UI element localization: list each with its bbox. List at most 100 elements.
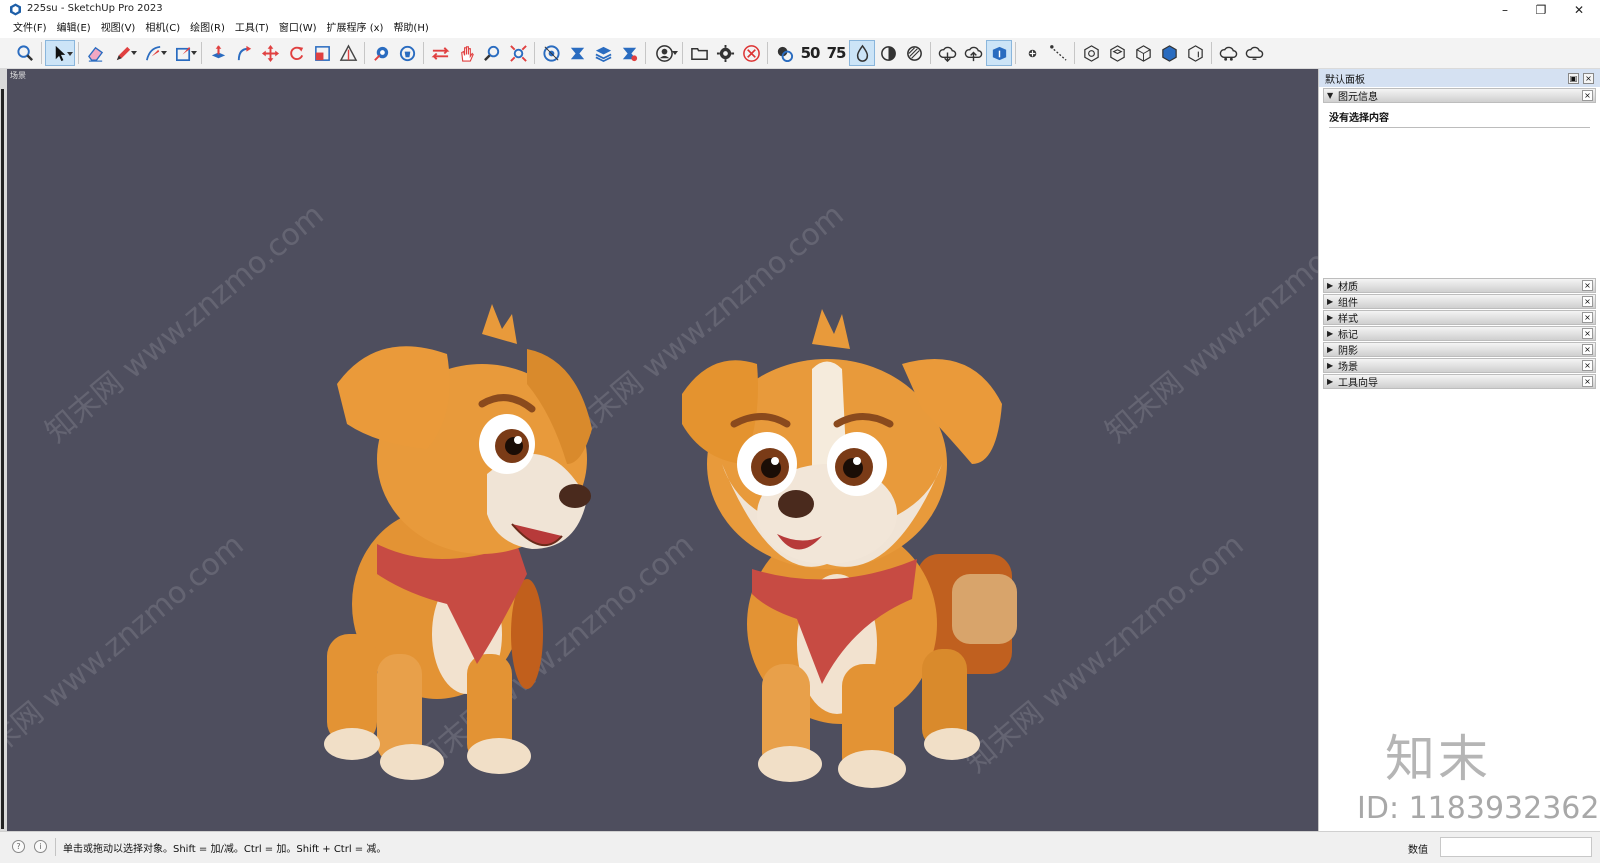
guide-line-button[interactable] (1045, 40, 1071, 66)
rotate-tool-button[interactable] (283, 40, 309, 66)
point-button[interactable] (1019, 40, 1045, 66)
pan-tool-button[interactable] (453, 40, 479, 66)
minimize-button[interactable]: – (1487, 0, 1523, 19)
menu-edit[interactable]: 编辑(E) (55, 19, 99, 38)
view-front-button[interactable] (1130, 40, 1156, 66)
tape-measure-tool-button[interactable] (368, 40, 394, 66)
panel-close-icon[interactable]: × (1582, 296, 1593, 307)
line-tool-button[interactable] (108, 40, 138, 66)
opacity-50-button[interactable]: 50 (797, 40, 823, 66)
view-back-button[interactable] (1182, 40, 1208, 66)
settings-button[interactable] (712, 40, 738, 66)
panel-close-icon[interactable]: × (1582, 280, 1593, 291)
menu-extensions[interactable]: 扩展程序 (x) (325, 19, 392, 38)
half-circle-icon (880, 45, 896, 61)
viewport-watermark: 知末网 www.znzmo.com (7, 527, 251, 780)
zoom-tool-button[interactable] (12, 40, 38, 66)
scale-tool-button[interactable] (309, 40, 335, 66)
hatch-circle-icon (906, 45, 922, 61)
menu-view[interactable]: 视图(V) (99, 19, 144, 38)
panel-close-icon[interactable]: × (1582, 328, 1593, 339)
panel-scenes-header[interactable]: ▶ 场景 × (1323, 358, 1596, 373)
cloud-refresh-button[interactable] (1241, 40, 1267, 66)
panel-entity-info-header[interactable]: ▼ 图元信息 × (1323, 88, 1596, 103)
menu-draw[interactable]: 绘图(R) (188, 19, 233, 38)
eraser-tool-button[interactable] (82, 40, 108, 66)
dog-model-left[interactable] (317, 274, 607, 794)
cloud-download-button[interactable] (934, 40, 960, 66)
menu-file[interactable]: 文件(F) (11, 19, 55, 38)
pin-icon[interactable]: ▣ (1568, 72, 1579, 84)
offset-icon (339, 43, 357, 61)
zoom-magnifier-tool-button[interactable] (479, 40, 505, 66)
measurements-input[interactable] (1440, 837, 1592, 857)
account-button[interactable] (649, 40, 679, 66)
panel-materials-header[interactable]: ▶ 材质 × (1323, 278, 1596, 293)
close-button[interactable]: ✕ (1561, 0, 1597, 19)
offset-tool-button[interactable] (335, 40, 361, 66)
panel-styles-header[interactable]: ▶ 样式 × (1323, 310, 1596, 325)
geolocation-icon[interactable]: ? (12, 840, 25, 853)
hatch-button[interactable] (901, 40, 927, 66)
layers-tool-button[interactable] (590, 40, 616, 66)
settings-gear-icon (716, 44, 734, 62)
section-fill-tool-button[interactable] (616, 40, 642, 66)
zoom-extents-tool-button[interactable] (505, 40, 531, 66)
menu-camera[interactable]: 相机(C) (143, 19, 188, 38)
panel-instructor-header[interactable]: ▶ 工具向导 × (1323, 374, 1596, 389)
panel-label: 工具向导 (1338, 378, 1378, 389)
push-pull-tool-button[interactable] (205, 40, 231, 66)
paint-bucket-tool-button[interactable] (394, 40, 420, 66)
menu-window[interactable]: 窗口(W) (277, 19, 325, 38)
cloud-upload-button[interactable] (960, 40, 986, 66)
panel-entity-info-label: 图元信息 (1338, 92, 1378, 103)
orbit-tool-button[interactable] (427, 40, 453, 66)
close-model-button[interactable] (738, 40, 764, 66)
restore-button[interactable]: ❐ (1523, 0, 1559, 19)
panel-label: 标记 (1338, 330, 1358, 341)
toolbar-separator (682, 42, 683, 64)
cloud-sync-button[interactable] (986, 40, 1012, 66)
move-tool-button[interactable] (257, 40, 283, 66)
section-cut-icon (570, 47, 584, 59)
menu-tools[interactable]: 工具(T) (233, 19, 277, 38)
panel-close-icon[interactable]: × (1582, 344, 1593, 355)
tray-close-icon[interactable]: × (1583, 72, 1594, 84)
panel-close-icon[interactable]: × (1582, 90, 1593, 101)
toolbar-separator (364, 42, 365, 64)
open-folder-button[interactable] (686, 40, 712, 66)
arc-tool-button[interactable] (138, 40, 168, 66)
toolbar-separator (78, 42, 79, 64)
panel-close-icon[interactable]: × (1582, 312, 1593, 323)
select-tool-button[interactable] (45, 40, 75, 66)
section-plane-tool-button[interactable] (538, 40, 564, 66)
panel-close-icon[interactable]: × (1582, 376, 1593, 387)
view-top-button[interactable] (1104, 40, 1130, 66)
entity-info-body: 没有选择内容 (1323, 103, 1596, 277)
panel-components-header[interactable]: ▶ 组件 × (1323, 294, 1596, 309)
model-viewport[interactable]: 场景 知末网 www.znzmo.com 知末网 www.znzmo.com 知… (7, 69, 1318, 831)
select-icon (55, 45, 65, 61)
dog-model-right[interactable] (672, 264, 1042, 794)
panel-close-icon[interactable]: × (1582, 360, 1593, 371)
watermark-id: ID: 1183932362 (1357, 791, 1600, 826)
rectangle-tool-button[interactable] (168, 40, 198, 66)
xray-button[interactable] (849, 40, 875, 66)
cloud-share-button[interactable] (1215, 40, 1241, 66)
view-right-button[interactable] (1156, 40, 1182, 66)
toolbar-separator (767, 42, 768, 64)
menu-help[interactable]: 帮助(H) (391, 19, 436, 38)
toolbar-separator (201, 42, 202, 64)
toolbar-separator (41, 42, 42, 64)
section-cut-tool-button[interactable] (564, 40, 590, 66)
panel-shadows-header[interactable]: ▶ 阴影 × (1323, 342, 1596, 357)
opacity-75-button[interactable]: 75 (823, 40, 849, 66)
style-button[interactable] (771, 40, 797, 66)
collapsed-triangle-icon: ▶ (1327, 361, 1334, 370)
view-iso-button[interactable] (1078, 40, 1104, 66)
close-circle-icon (742, 44, 760, 62)
info-icon[interactable]: i (34, 840, 47, 853)
follow-me-tool-button[interactable] (231, 40, 257, 66)
shade-button[interactable] (875, 40, 901, 66)
panel-tags-header[interactable]: ▶ 标记 × (1323, 326, 1596, 341)
